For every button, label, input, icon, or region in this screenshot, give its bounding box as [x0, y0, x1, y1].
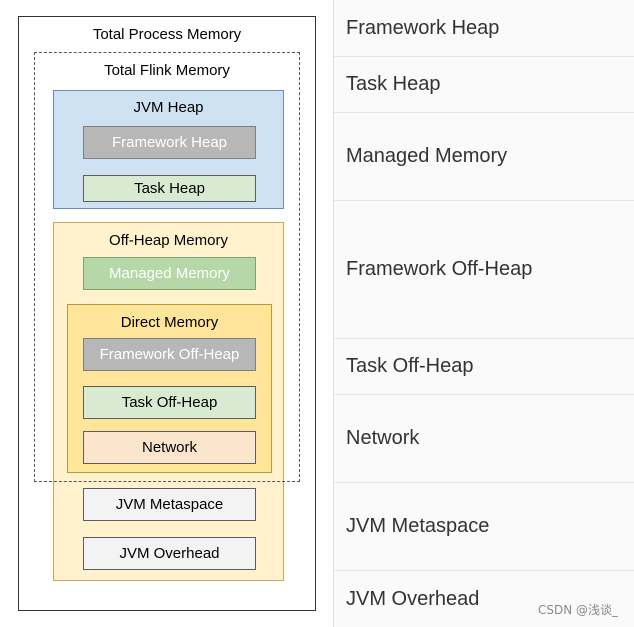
table-row: JVM Metaspace [334, 483, 634, 571]
table-row: Managed Memory [334, 113, 634, 201]
total-flink-memory-label: Total Flink Memory [104, 62, 230, 79]
table-row: Task Heap [334, 57, 634, 113]
total-flink-memory-box: Total Flink Memory [34, 52, 300, 482]
table-row: Network [334, 395, 634, 483]
jvm-overhead-block: JVM Overhead [83, 537, 256, 570]
table-row: Task Off-Heap [334, 339, 634, 395]
table-row: JVM Overhead [334, 571, 634, 627]
memory-model-diagram: Total Process Memory JVM Heap Framework … [0, 0, 333, 627]
jvm-metaspace-block: JVM Metaspace [83, 488, 256, 521]
watermark: CSDN @浅谈_ [537, 603, 618, 617]
total-process-memory-label: Total Process Memory [92, 26, 242, 43]
table-row: Framework Heap [334, 0, 634, 57]
memory-components-table: Framework Heap Task Heap Managed Memory … [333, 0, 634, 627]
table-row: Framework Off-Heap [334, 201, 634, 339]
